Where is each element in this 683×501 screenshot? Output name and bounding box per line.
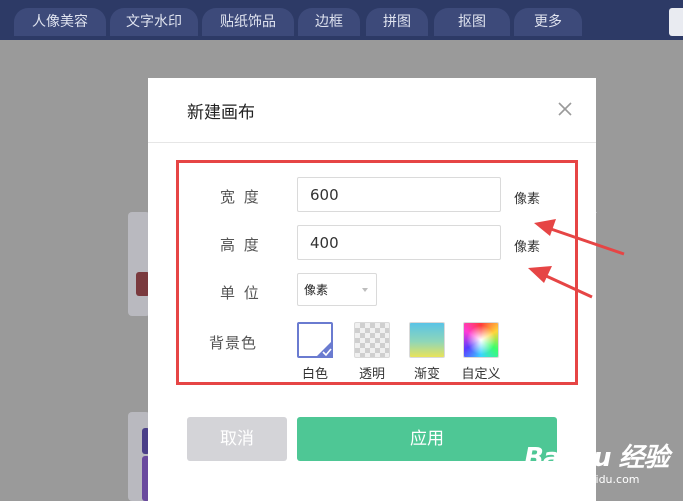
chevron-down-icon — [362, 288, 368, 292]
height-input[interactable] — [297, 225, 501, 260]
tab-portrait-beauty[interactable]: 人像美容 — [14, 8, 106, 36]
swatch-label-transparent: 透明 — [358, 367, 385, 382]
tab-border[interactable]: 边框 — [298, 8, 360, 36]
top-toolbar: 人像美容 文字水印 贴纸饰品 边框 拼图 抠图 更多 — [0, 0, 683, 40]
swatch-transparent[interactable] — [354, 322, 390, 358]
close-icon[interactable] — [555, 99, 575, 119]
width-label: 宽 度 — [220, 188, 261, 206]
tab-cutout[interactable]: 抠图 — [434, 8, 510, 36]
cancel-button[interactable]: 取消 — [187, 417, 287, 461]
unit-select[interactable]: 像素 — [297, 273, 377, 306]
baidu-watermark: Bai du 经验 jingyan.baidu.com — [520, 437, 680, 499]
swatch-label-white: 白色 — [301, 367, 328, 382]
toolbar-side-button[interactable] — [669, 8, 683, 36]
check-icon — [315, 340, 333, 358]
swatch-custom[interactable] — [463, 322, 499, 358]
background-thumbnail — [128, 212, 150, 316]
tab-more[interactable]: 更多 — [514, 8, 582, 36]
tab-text-watermark[interactable]: 文字水印 — [110, 8, 198, 36]
swatch-white[interactable] — [297, 322, 333, 358]
background-color-label: 背景色 — [209, 334, 258, 352]
height-unit-suffix: 像素 — [514, 240, 541, 255]
tab-collage[interactable]: 拼图 — [366, 8, 428, 36]
dialog-title: 新建画布 — [187, 103, 255, 123]
background-thumbnail — [128, 412, 150, 501]
unit-select-value: 像素 — [304, 283, 329, 297]
height-label: 高 度 — [220, 236, 261, 254]
width-unit-suffix: 像素 — [514, 192, 541, 207]
watermark-sub: jingyan.baidu.com — [538, 473, 640, 486]
swatch-label-custom: 自定义 — [461, 367, 501, 382]
tab-stickers[interactable]: 贴纸饰品 — [202, 8, 294, 36]
header-divider — [148, 142, 596, 143]
swatch-gradient[interactable] — [409, 322, 445, 358]
apply-button[interactable]: 应用 — [297, 417, 557, 461]
background-thumbnail — [596, 212, 597, 213]
width-input[interactable] — [297, 177, 501, 212]
watermark-main: Bai du 经验 — [524, 443, 669, 473]
swatch-label-gradient: 渐变 — [413, 367, 440, 382]
unit-label: 单 位 — [220, 284, 261, 302]
